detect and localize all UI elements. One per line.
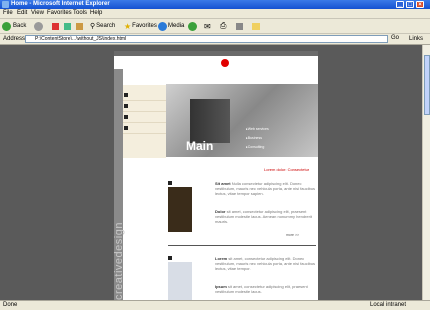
section-1: Sit amet Nulla consectetur adipiscing el… bbox=[168, 181, 316, 241]
browser-window: Home - Microsoft Internet Explorer _ □ ×… bbox=[0, 0, 430, 310]
menu-help[interactable]: Help bbox=[90, 10, 102, 16]
nav-item[interactable] bbox=[123, 90, 166, 101]
history-button[interactable] bbox=[188, 21, 197, 31]
toolbar: Back ⚲ Search ★ Favorites Media ✉ ⎙ bbox=[0, 19, 430, 34]
status-text: Done bbox=[3, 302, 18, 308]
hero-link[interactable]: Web services bbox=[246, 127, 269, 131]
stop-button[interactable] bbox=[52, 21, 59, 31]
hero-title: Main bbox=[186, 139, 214, 153]
scrollbar-thumb[interactable] bbox=[424, 55, 430, 115]
stop-icon bbox=[52, 22, 59, 30]
favorites-button[interactable]: ★ Favorites bbox=[124, 21, 157, 31]
bullet-icon bbox=[124, 126, 128, 130]
address-input[interactable]: P:\ContentStore\...\without_JS\index.htm… bbox=[25, 35, 388, 43]
menu-file[interactable]: File bbox=[3, 10, 13, 16]
print-icon: ⎙ bbox=[220, 21, 227, 30]
zone-text: Local intranet bbox=[370, 302, 407, 308]
home-button[interactable] bbox=[76, 21, 83, 31]
nav-item[interactable] bbox=[123, 112, 166, 123]
side-strip: creativedesign bbox=[113, 69, 125, 300]
section-2-para-2: Ipsum sit amet, consectetur adipiscing e… bbox=[215, 284, 308, 294]
bullet-icon bbox=[124, 115, 128, 119]
forward-icon bbox=[34, 21, 43, 31]
left-nav bbox=[123, 85, 166, 158]
page-viewport: creativedesign Main Web services Busines… bbox=[0, 45, 422, 300]
section-2-para-1: Lorem sit amet, consectetur adipiscing e… bbox=[215, 256, 316, 271]
mail-icon: ✉ bbox=[204, 21, 211, 31]
close-button[interactable]: × bbox=[416, 1, 424, 8]
status-bar: Done Local intranet bbox=[0, 300, 430, 310]
menu-edit[interactable]: Edit bbox=[17, 10, 27, 16]
ie-icon bbox=[2, 1, 9, 8]
links-button[interactable]: Links bbox=[409, 36, 423, 42]
refresh-button[interactable] bbox=[64, 21, 71, 31]
forward-button[interactable] bbox=[34, 21, 43, 31]
website: creativedesign Main Web services Busines… bbox=[113, 51, 318, 300]
search-icon: ⚲ bbox=[90, 23, 96, 30]
nav-item[interactable] bbox=[123, 123, 166, 134]
red-dot-logo bbox=[221, 59, 229, 67]
edit-icon bbox=[236, 22, 243, 30]
vertical-brand-text: creativedesign bbox=[113, 222, 125, 300]
menu-bar: File Edit View Favorites Tools Help bbox=[0, 9, 430, 19]
bullet-icon bbox=[168, 181, 172, 185]
minimize-button[interactable]: _ bbox=[396, 1, 404, 8]
menu-view[interactable]: View bbox=[31, 10, 44, 16]
title-bar: Home - Microsoft Internet Explorer _ □ × bbox=[0, 0, 430, 9]
folder-icon bbox=[252, 22, 260, 30]
menu-tools[interactable]: Tools bbox=[73, 10, 87, 16]
menu-favorites[interactable]: Favorites bbox=[47, 10, 72, 16]
section-1-para-1: Sit amet Nulla consectetur adipiscing el… bbox=[215, 181, 316, 196]
print-button[interactable]: ⎙ bbox=[220, 21, 226, 31]
mail-button[interactable]: ✉ bbox=[204, 21, 211, 31]
media-button[interactable]: Media bbox=[158, 21, 184, 31]
section-2: Lorem sit amet, consectetur adipiscing e… bbox=[168, 256, 316, 300]
vertical-scrollbar[interactable] bbox=[422, 45, 430, 300]
refresh-icon bbox=[64, 22, 71, 30]
section-2-image bbox=[168, 262, 192, 300]
bullet-icon bbox=[124, 93, 128, 97]
maximize-button[interactable]: □ bbox=[406, 1, 414, 8]
nav-item[interactable] bbox=[123, 101, 166, 112]
address-bar: Address P:\ContentStore\...\without_JS\i… bbox=[0, 34, 430, 45]
site-top-bar bbox=[114, 51, 318, 56]
folder-button[interactable] bbox=[252, 21, 260, 31]
hero-building-image bbox=[190, 99, 230, 143]
top-right-link[interactable]: Lorem dolor: Consectetur bbox=[264, 167, 309, 172]
bullet-icon bbox=[124, 104, 128, 108]
section-1-para-2: Dolor sit amet, consectetur adipiscing e… bbox=[215, 209, 312, 224]
more-link[interactable]: more >> bbox=[286, 233, 299, 237]
hero-links: Web services Business Consulting bbox=[246, 127, 269, 154]
media-icon bbox=[158, 21, 167, 31]
hero-link[interactable]: Consulting bbox=[246, 145, 269, 149]
hero-banner: Main Web services Business Consulting bbox=[166, 84, 318, 157]
back-button[interactable]: Back bbox=[2, 21, 26, 31]
search-button[interactable]: ⚲ Search bbox=[90, 21, 115, 31]
divider bbox=[168, 245, 316, 246]
bullet-icon bbox=[168, 256, 172, 260]
star-icon: ★ bbox=[124, 21, 132, 31]
edit-button[interactable] bbox=[236, 21, 243, 31]
address-label: Address bbox=[3, 36, 26, 42]
home-icon bbox=[76, 22, 83, 30]
section-1-image bbox=[168, 187, 192, 232]
history-icon bbox=[188, 21, 197, 31]
window-title: Home - Microsoft Internet Explorer bbox=[11, 1, 110, 7]
back-icon bbox=[2, 21, 11, 31]
hero-link[interactable]: Business bbox=[246, 136, 269, 140]
go-button[interactable]: Go bbox=[391, 35, 399, 41]
